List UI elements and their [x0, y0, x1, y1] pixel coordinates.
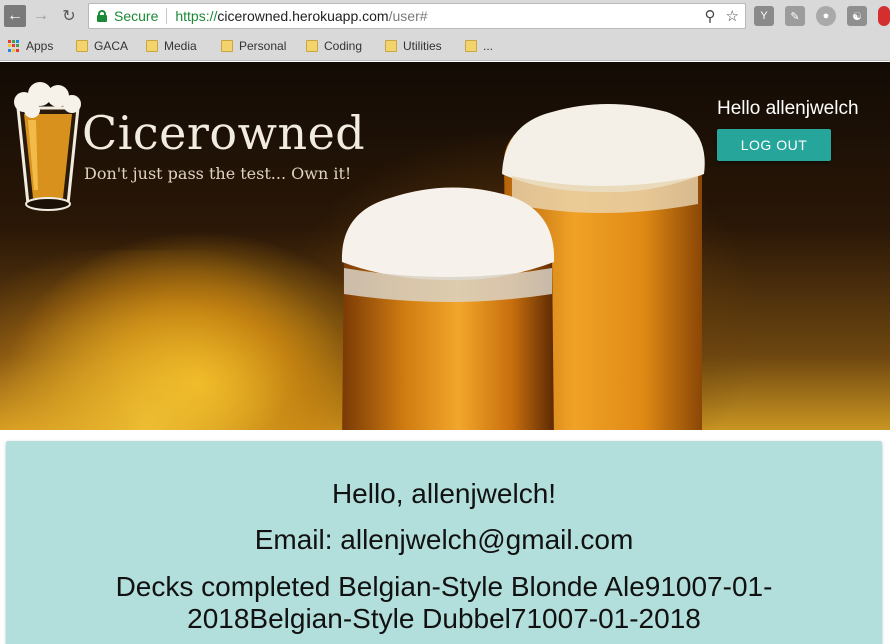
- folder-icon: [221, 40, 233, 52]
- bookmark-label: Coding: [324, 39, 363, 53]
- url-path: /user#: [388, 8, 428, 24]
- profile-panel: Hello, allenjwelch! Email: allenjwelch@g…: [6, 441, 882, 644]
- bookmark-folder-media[interactable]: Media: [146, 39, 197, 53]
- bookmark-star-icon[interactable]: ☆: [726, 7, 739, 25]
- brand-title[interactable]: Cicerowned: [82, 106, 365, 160]
- extension-red-icon[interactable]: [878, 6, 890, 26]
- forward-arrow-icon[interactable]: →: [30, 5, 52, 27]
- folder-icon: [465, 40, 477, 52]
- url-host: cicerowned.herokuapp.com: [217, 8, 389, 24]
- brand-tagline: Don't just pass the test... Own it!: [84, 164, 352, 183]
- address-bar[interactable]: Secure https:// cicerowned.herokuapp.com…: [88, 3, 746, 29]
- bookmarks-bar: Apps GACA Media Personal Coding Utilitie…: [0, 33, 890, 61]
- bookmark-folder-utilities[interactable]: Utilities: [385, 39, 442, 53]
- lock-icon: [97, 10, 107, 22]
- bookmark-apps[interactable]: Apps: [8, 39, 53, 53]
- folder-icon: [76, 40, 88, 52]
- url-protocol: https://: [175, 8, 218, 24]
- folder-icon: [146, 40, 158, 52]
- extension-pdf-icon[interactable]: ✎: [785, 6, 805, 26]
- folder-icon: [385, 40, 397, 52]
- profile-email: Email: allenjwelch@gmail.com: [254, 524, 634, 555]
- apps-grid-icon: [8, 40, 20, 52]
- secure-label: Secure: [114, 8, 159, 24]
- bookmark-folder-personal[interactable]: Personal: [221, 39, 286, 53]
- profile-greeting: Hello, allenjwelch!: [331, 478, 557, 509]
- bookmark-label: Media: [164, 39, 197, 53]
- extension-animal-icon[interactable]: ☯: [847, 6, 867, 26]
- back-arrow-icon[interactable]: ←: [4, 5, 26, 27]
- folder-icon: [306, 40, 318, 52]
- hero-glow: [0, 250, 360, 430]
- browser-toolbar: ← → ↻ Secure https:// cicerowned.herokua…: [0, 0, 890, 33]
- hero-banner: Cicerowned Don't just pass the test... O…: [0, 62, 890, 430]
- bookmark-label: Personal: [239, 39, 287, 53]
- beer-glass-front-image: [341, 187, 555, 430]
- reload-icon[interactable]: ↻: [58, 5, 80, 27]
- bookmark-folder-gaca[interactable]: GACA: [76, 39, 128, 53]
- bookmark-label: GACA: [94, 39, 129, 53]
- bookmark-label: Apps: [26, 39, 54, 53]
- profile-decks-completed: Decks completed Belgian-Style Blonde Ale…: [115, 571, 773, 634]
- bookmark-label: Utilities: [403, 39, 442, 53]
- extension-circle-icon[interactable]: ●: [816, 6, 836, 26]
- extension-y-icon[interactable]: Y: [754, 6, 774, 26]
- beer-mug-logo-icon: [14, 82, 81, 211]
- bookmark-label: ...: [483, 39, 494, 53]
- bookmark-folder-coding[interactable]: Coding: [306, 39, 362, 53]
- zoom-icon[interactable]: ⚲: [705, 7, 716, 25]
- logout-button[interactable]: LOG OUT: [717, 129, 831, 161]
- omnibox-divider: [166, 8, 168, 24]
- bookmark-folder-more[interactable]: ...: [465, 39, 493, 53]
- header-greeting: Hello allenjwelch: [717, 98, 859, 119]
